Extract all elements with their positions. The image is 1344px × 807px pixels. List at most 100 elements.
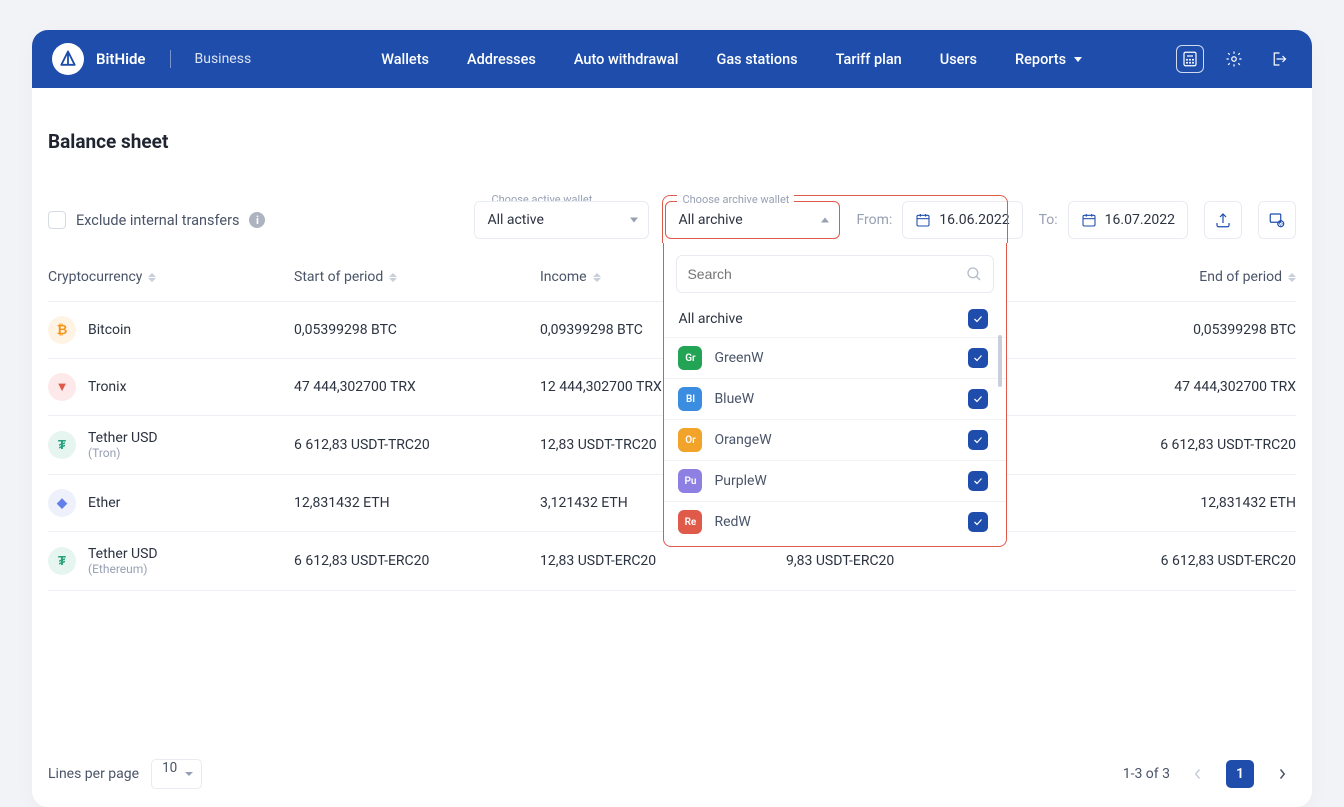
th-cryptocurrency[interactable]: Cryptocurrency bbox=[48, 269, 294, 285]
dropdown-item-label: BlueW bbox=[714, 391, 956, 407]
archive-wallet-label: Choose archive wallet bbox=[677, 193, 794, 206]
coin-icon: ₿ bbox=[48, 316, 76, 344]
export-button[interactable] bbox=[1204, 201, 1242, 239]
nav-tariff-plan[interactable]: Tariff plan bbox=[836, 51, 902, 68]
configure-button[interactable] bbox=[1258, 201, 1296, 239]
layout-settings-icon bbox=[1268, 211, 1286, 229]
page-range: 1-3 of 3 bbox=[1123, 766, 1170, 782]
active-wallet-select[interactable]: All active bbox=[474, 201, 649, 239]
date-to-value: 16.07.2022 bbox=[1105, 212, 1175, 228]
table-footer: Lines per page 10 1-3 of 3 1 bbox=[48, 741, 1296, 807]
cell-outcome: 9,83 USDT-ERC20 bbox=[786, 553, 1032, 569]
cell-end: 47 444,302700 TRX bbox=[1032, 379, 1296, 395]
coin-icon: ▼ bbox=[48, 373, 76, 401]
app-window: BitHide Business Wallets Addresses Auto … bbox=[32, 30, 1312, 807]
dropdown-search[interactable] bbox=[676, 255, 994, 293]
exclude-internal-toggle[interactable]: Exclude internal transfers i bbox=[48, 211, 265, 229]
crypto-name: Ether bbox=[88, 495, 120, 511]
dropdown-item-label: All archive bbox=[678, 311, 956, 327]
dropdown-item-all[interactable]: All archive bbox=[664, 301, 1006, 338]
nav-wallets[interactable]: Wallets bbox=[381, 51, 429, 68]
brand-name: BitHide bbox=[96, 50, 146, 68]
wallet-avatar-icon: Bl bbox=[678, 387, 702, 411]
cell-end: 12,831432 ETH bbox=[1032, 495, 1296, 511]
chevron-down-icon bbox=[630, 218, 638, 223]
cell-crypto: ₮Tether USD(Ethereum) bbox=[48, 546, 294, 576]
info-icon[interactable]: i bbox=[249, 212, 265, 228]
top-actions bbox=[1176, 45, 1292, 73]
dropdown-item[interactable]: OrOrangeW bbox=[664, 420, 1006, 461]
th-end[interactable]: End of period bbox=[1032, 269, 1296, 285]
cell-start: 12,831432 ETH bbox=[294, 495, 540, 511]
cell-end: 6 612,83 USDT-TRC20 bbox=[1032, 437, 1296, 453]
archive-wallet-select-wrap: Choose archive wallet All archive A bbox=[665, 201, 840, 239]
sort-icon bbox=[1288, 273, 1296, 282]
crypto-name: Tether USD(Ethereum) bbox=[88, 546, 158, 576]
cell-start: 47 444,302700 TRX bbox=[294, 379, 540, 395]
next-page-button[interactable] bbox=[1268, 760, 1296, 788]
checkbox-icon bbox=[48, 211, 66, 229]
crypto-name: Bitcoin bbox=[88, 322, 131, 338]
calculator-icon[interactable] bbox=[1176, 45, 1204, 73]
sort-icon bbox=[593, 273, 601, 282]
checked-icon bbox=[968, 471, 988, 491]
date-to-field: To: 16.07.2022 bbox=[1039, 201, 1188, 239]
dropdown-item-label: RedW bbox=[714, 514, 956, 530]
cell-crypto: ₿ Bitcoin bbox=[48, 316, 294, 344]
dropdown-item-label: GreenW bbox=[714, 350, 956, 366]
checked-icon bbox=[968, 389, 988, 409]
chevron-down-icon bbox=[185, 772, 193, 776]
dropdown-item[interactable]: Bl BlueW bbox=[664, 379, 1006, 420]
archive-wallet-select[interactable]: All archive bbox=[665, 201, 840, 239]
dropdown-item-label: PurpleW bbox=[714, 473, 956, 489]
cell-crypto: ▼Tronix bbox=[48, 373, 294, 401]
checked-icon bbox=[968, 430, 988, 450]
top-bar: BitHide Business Wallets Addresses Auto … bbox=[32, 30, 1312, 88]
checked-icon bbox=[968, 348, 988, 368]
logout-icon[interactable] bbox=[1264, 45, 1292, 73]
page-title: Balance sheet bbox=[48, 130, 1296, 153]
page-1-button[interactable]: 1 bbox=[1226, 760, 1254, 788]
crypto-name: Tether USD(Tron) bbox=[88, 430, 158, 460]
prev-page-button[interactable] bbox=[1184, 760, 1212, 788]
checked-icon bbox=[968, 512, 988, 532]
nav-users[interactable]: Users bbox=[940, 51, 977, 68]
date-to-input[interactable]: 16.07.2022 bbox=[1068, 201, 1188, 239]
dropdown-item[interactable]: PuPurpleW bbox=[664, 461, 1006, 502]
coin-icon: ₮ bbox=[48, 431, 76, 459]
dropdown-item[interactable]: GrGreenW bbox=[664, 338, 1006, 379]
nav-reports[interactable]: Reports bbox=[1015, 51, 1082, 68]
sort-icon bbox=[389, 273, 397, 282]
search-icon bbox=[965, 265, 983, 283]
settings-icon[interactable] bbox=[1220, 45, 1248, 73]
cell-end: 6 612,83 USDT-ERC20 bbox=[1032, 553, 1296, 569]
dropdown-item[interactable]: ReRedW bbox=[664, 502, 1006, 542]
calendar-icon bbox=[1081, 212, 1097, 228]
sort-icon bbox=[148, 273, 156, 282]
nav-auto-withdrawal[interactable]: Auto withdrawal bbox=[574, 51, 679, 68]
nav-gas-stations[interactable]: Gas stations bbox=[716, 51, 797, 68]
dropdown-search-input[interactable] bbox=[687, 266, 957, 282]
logo-icon bbox=[52, 43, 84, 75]
nav-addresses[interactable]: Addresses bbox=[467, 51, 536, 68]
chevron-down-icon bbox=[1074, 57, 1082, 62]
pagination: 1-3 of 3 1 bbox=[1123, 760, 1296, 788]
th-start[interactable]: Start of period bbox=[294, 269, 540, 285]
brand-divider bbox=[170, 50, 171, 68]
chevron-left-icon bbox=[1194, 768, 1202, 780]
dropdown-item-label: OrangeW bbox=[714, 432, 956, 448]
date-from-value: 16.06.2022 bbox=[939, 212, 1009, 228]
lpp-label: Lines per page bbox=[48, 766, 139, 782]
brand-sub: Business bbox=[195, 51, 252, 67]
active-wallet-select-wrap: Choose active wallet All active bbox=[474, 201, 649, 239]
cell-crypto: ₮ Tether USD(Tron) bbox=[48, 430, 294, 460]
cell-end: 0,05399298 BTC bbox=[1032, 322, 1296, 338]
date-from-field: From: 16.06.2022 bbox=[856, 201, 1022, 239]
dropdown-scrollbar[interactable] bbox=[998, 335, 1002, 387]
date-from-input[interactable]: 16.06.2022 bbox=[902, 201, 1022, 239]
page-title-card: Balance sheet bbox=[48, 108, 1296, 175]
date-from-label: From: bbox=[856, 212, 892, 228]
cell-start: 0,05399298 BTC bbox=[294, 322, 540, 338]
date-to-label: To: bbox=[1039, 212, 1058, 228]
calendar-icon bbox=[915, 212, 931, 228]
